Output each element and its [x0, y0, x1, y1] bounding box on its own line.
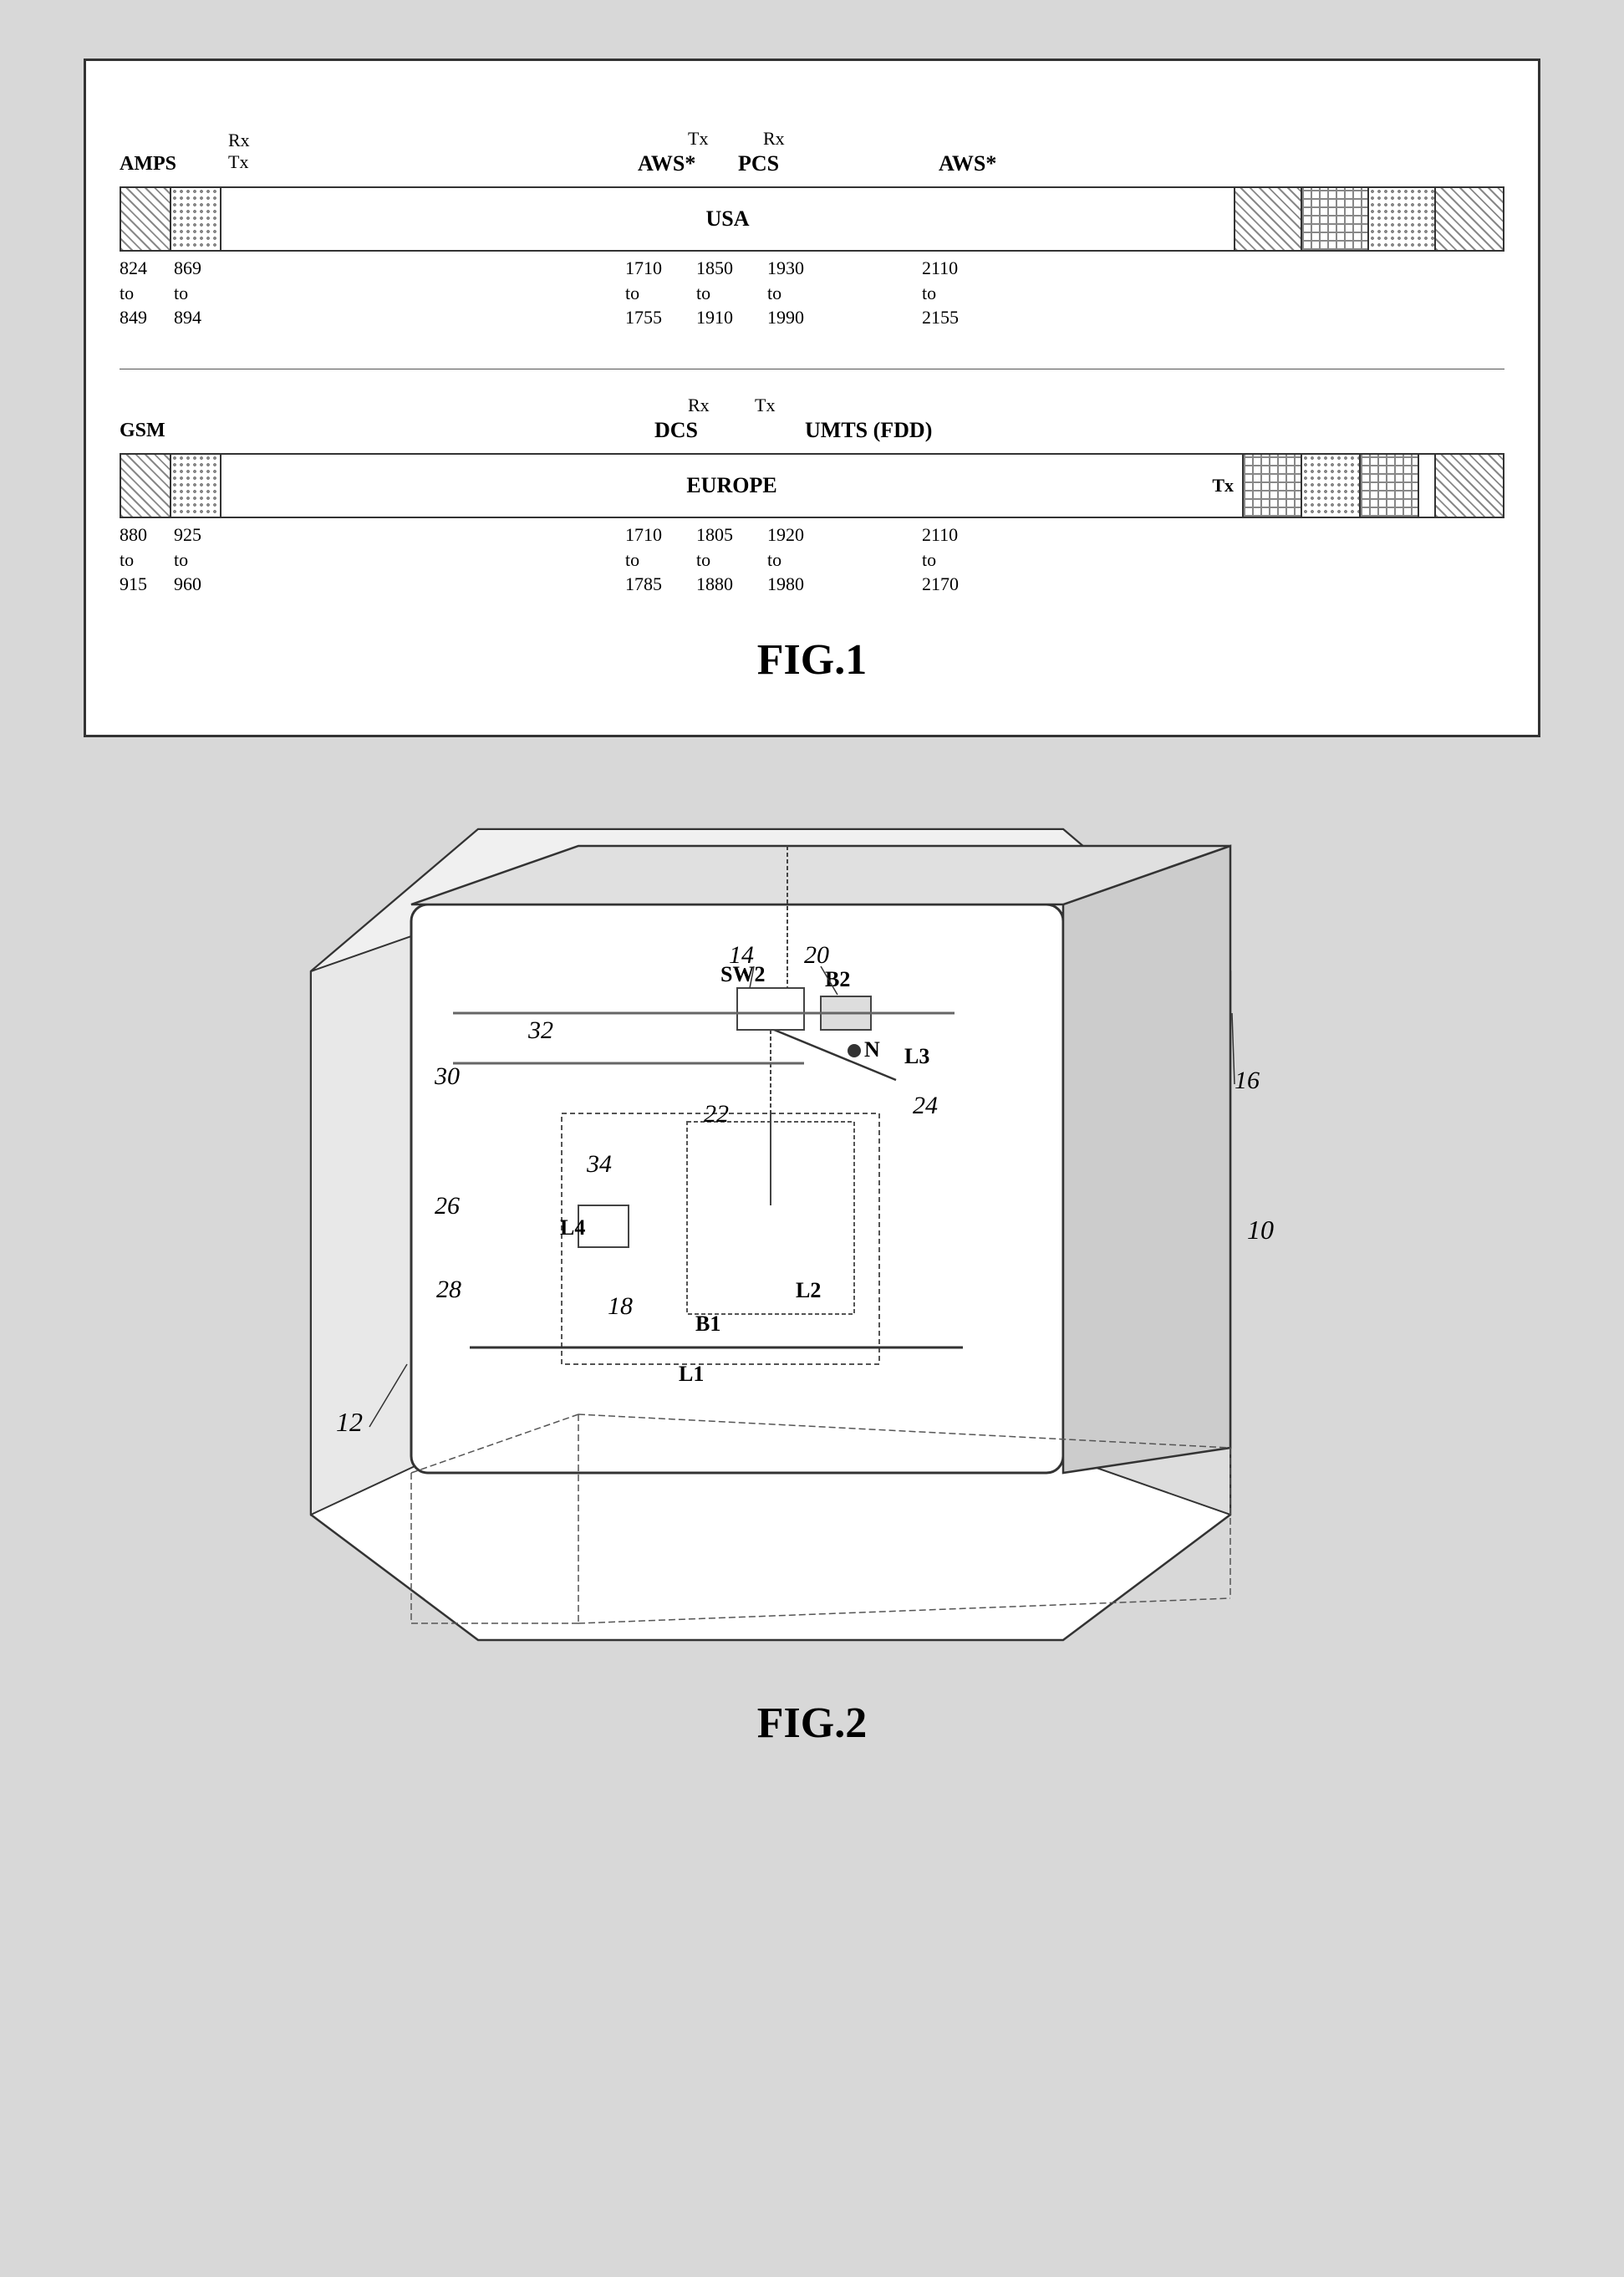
svg-text:10: 10	[1247, 1215, 1274, 1245]
umts-label: UMTS (FDD)	[805, 418, 932, 443]
svg-text:L4: L4	[560, 1215, 585, 1240]
freq-2110-usa: 2110 to 2155	[922, 256, 959, 330]
amps-label: AMPS	[120, 153, 176, 176]
freq-1805: 1805 to 1880	[696, 522, 733, 597]
seg-gsm-tx	[121, 455, 171, 517]
fig2-title: FIG.2	[757, 1699, 867, 1748]
freq-1920: 1920 to 1980	[767, 522, 804, 597]
gsm-label: GSM	[120, 420, 165, 442]
tx-top-label: Tx	[688, 128, 708, 150]
tx-top-eur: Tx	[755, 395, 775, 416]
svg-text:30: 30	[434, 1062, 460, 1090]
svg-text:22: 22	[704, 1100, 729, 1128]
usa-section: AMPS Rx Tx Tx Rx AWS* PCS AWS*	[120, 128, 1504, 318]
dcs-label: DCS	[654, 418, 698, 443]
seg-amps-tx	[171, 188, 221, 250]
seg-umts-right	[1436, 455, 1503, 517]
svg-text:26: 26	[435, 1192, 460, 1220]
device-drawing: 10 12 14 16 18 20 22	[269, 762, 1356, 1682]
svg-text:L1: L1	[679, 1362, 704, 1386]
seg-pcs-rx	[1302, 188, 1369, 250]
seg-dcs-tx	[1302, 455, 1361, 517]
seg-pcs-tx	[1369, 188, 1436, 250]
seg-gsm-rx	[171, 455, 221, 517]
freq-1930: 1930 to 1990	[767, 256, 804, 330]
seg-amps-rx	[121, 188, 171, 250]
fig1-diagram: AMPS Rx Tx Tx Rx AWS* PCS AWS*	[84, 59, 1540, 737]
usa-label: USA	[705, 206, 749, 232]
usa-freq-bar: USA	[120, 186, 1504, 252]
svg-text:20: 20	[804, 941, 829, 969]
rx-top-label: Rx	[763, 128, 785, 150]
aws-label: AWS*	[638, 151, 695, 176]
freq-1710-eur: 1710 to 1785	[625, 522, 662, 597]
seg-aws-right	[1436, 188, 1503, 250]
svg-text:B1: B1	[695, 1312, 720, 1336]
freq-2110-eur: 2110 to 2170	[922, 522, 959, 597]
fig2-diagram: 10 12 14 16 18 20 22	[84, 762, 1540, 1748]
svg-text:SW2: SW2	[720, 962, 765, 986]
tx-label-amps: Tx	[228, 151, 248, 173]
rx-label-amps: Rx	[228, 130, 250, 151]
tx-inline-europe: Tx	[1212, 475, 1234, 497]
svg-text:L3: L3	[904, 1044, 929, 1068]
aws-right-label: AWS*	[939, 151, 996, 176]
seg-umts-tx	[1361, 455, 1419, 517]
usa-freq-numbers: 824 to 849 869 to 894 1710 to 1755	[120, 252, 1504, 318]
svg-text:16: 16	[1235, 1067, 1260, 1094]
fig1-title: FIG.1	[120, 635, 1504, 685]
seg-usa: USA	[221, 188, 1235, 250]
svg-text:34: 34	[586, 1150, 612, 1178]
freq-824: 824 to 849	[120, 256, 147, 330]
svg-text:12: 12	[336, 1407, 363, 1437]
europe-label: EUROPE	[686, 473, 776, 498]
svg-text:28: 28	[436, 1276, 461, 1303]
rx-top-eur: Rx	[688, 395, 710, 416]
freq-925: 925 to 960	[174, 522, 201, 597]
svg-text:N: N	[864, 1037, 880, 1062]
svg-text:18: 18	[608, 1292, 633, 1320]
freq-1850: 1850 to 1910	[696, 256, 733, 330]
freq-880: 880 to 915	[120, 522, 147, 597]
svg-text:L2: L2	[796, 1278, 821, 1302]
seg-aws-tx	[1235, 188, 1302, 250]
europe-section: GSM Rx Tx DCS UMTS (FDD) EUROPE	[120, 395, 1504, 585]
pcs-label: PCS	[738, 151, 779, 176]
freq-869: 869 to 894	[174, 256, 201, 330]
europe-freq-numbers: 880 to 915 925 to 960 1710 to 1785	[120, 518, 1504, 585]
svg-text:24: 24	[913, 1092, 938, 1119]
seg-dcs-rx	[1244, 455, 1302, 517]
svg-text:32: 32	[527, 1016, 553, 1044]
seg-rx-gap: ←Rx	[1419, 455, 1436, 517]
europe-freq-bar: EUROPE Tx ←Rx	[120, 453, 1504, 518]
seg-europe: EUROPE Tx	[221, 455, 1244, 517]
freq-1710-usa: 1710 to 1755	[625, 256, 662, 330]
